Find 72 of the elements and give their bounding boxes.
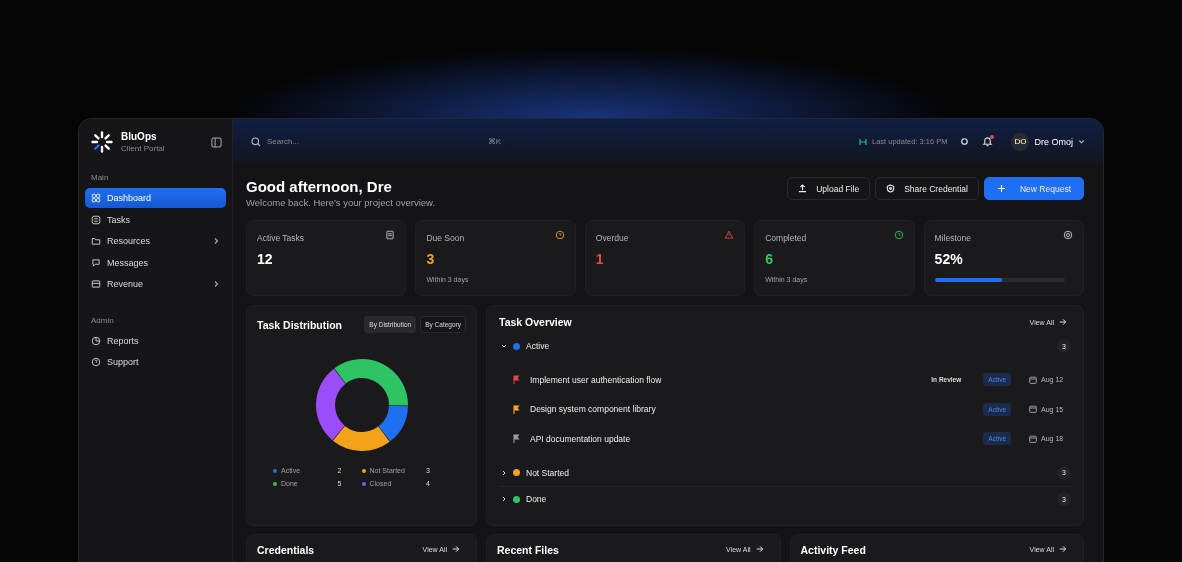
- sidebar-toggle-icon[interactable]: [211, 136, 222, 148]
- stat-label: Overdue: [595, 233, 629, 243]
- nav-item[interactable]: Reports: [85, 330, 226, 351]
- clock-icon: [554, 230, 565, 240]
- card-title: Activity Feed: [800, 544, 866, 556]
- receipt-icon: [91, 279, 101, 289]
- calendar-icon: [1029, 405, 1037, 414]
- stat-label: Milestone: [934, 233, 971, 243]
- pie-icon: [91, 335, 101, 346]
- legend-dot: [273, 468, 277, 473]
- list-icon: [385, 230, 396, 240]
- stat-value: 3: [426, 251, 436, 267]
- grid-icon: [91, 193, 101, 203]
- card-title: Recent Files: [497, 544, 559, 556]
- target-icon: [1063, 230, 1073, 240]
- warning-icon: [724, 230, 735, 240]
- clock-icon: [893, 230, 904, 240]
- nav-item[interactable]: Dashboard: [85, 188, 226, 208]
- stat-label: Due Soon: [426, 233, 465, 243]
- arrow-right-icon: [755, 545, 764, 553]
- legend-dot: [273, 481, 277, 486]
- calendar-icon: [1029, 375, 1037, 384]
- task-title[interactable]: API documentation update: [530, 433, 631, 444]
- arrow-right-icon: [1059, 318, 1067, 326]
- nav-item[interactable]: Tasks: [85, 209, 226, 230]
- chevron-right-icon: [212, 280, 220, 288]
- chat-icon: [91, 257, 101, 268]
- user-menu[interactable]: DO Dre Omoj: [1011, 132, 1085, 151]
- share-button[interactable]: Share Credential: [875, 177, 979, 200]
- card-title: Credentials: [257, 544, 315, 556]
- brand-subtitle: Client Portal: [121, 144, 165, 153]
- card-title: Task Overview: [499, 316, 572, 328]
- stat-value: 6: [765, 251, 774, 267]
- greeting-subtitle: Welcome back. Here's your project overview.: [246, 197, 436, 208]
- chevron-right-icon: [212, 237, 220, 245]
- upload-button[interactable]: Upload File: [787, 177, 871, 200]
- nav-item[interactable]: Messages: [85, 252, 226, 273]
- arrow-right-icon: [452, 545, 460, 553]
- task-title[interactable]: Design system component library: [530, 404, 656, 415]
- nav-item[interactable]: Revenue: [85, 274, 226, 294]
- caret-icon: [1078, 138, 1085, 145]
- calendar-icon: [1029, 434, 1037, 443]
- stat-value: 12: [257, 251, 274, 267]
- stat-label: Completed: [765, 233, 807, 243]
- tasks-icon: [91, 214, 101, 225]
- bell-icon: [982, 136, 994, 147]
- folder-icon: [91, 236, 101, 246]
- brand-name: BluOps: [121, 131, 158, 142]
- arrow-right-icon: [1059, 545, 1067, 553]
- upload-icon: [798, 184, 808, 193]
- search-field[interactable]: Search... ⌘K: [251, 136, 501, 147]
- avatar: DO: [1011, 132, 1030, 151]
- logo-icon: [91, 131, 113, 153]
- section-label: Main: [90, 172, 110, 184]
- legend-dot: [361, 481, 366, 486]
- greeting-title: Good afternoon, Dre: [246, 178, 393, 195]
- notifications-button[interactable]: [982, 136, 994, 147]
- legend-dot: [361, 468, 366, 473]
- stat-value: 1: [595, 251, 605, 267]
- nav-item[interactable]: Resources: [85, 231, 226, 251]
- task-title[interactable]: Implement user authentication flow: [530, 374, 662, 385]
- section-label: Admin: [90, 314, 115, 327]
- stat-label: Active Tasks: [257, 233, 305, 243]
- stat-value: 52%: [934, 251, 964, 267]
- search-icon: [251, 136, 261, 147]
- theme-toggle-icon[interactable]: [959, 136, 971, 147]
- new-request-button[interactable]: New Request: [983, 177, 1084, 200]
- plus-icon: [996, 184, 1006, 193]
- shield-icon: [886, 184, 896, 193]
- nav-item[interactable]: Support: [85, 352, 226, 372]
- help-icon: [91, 357, 101, 367]
- card-title: Task Distribution: [257, 318, 342, 331]
